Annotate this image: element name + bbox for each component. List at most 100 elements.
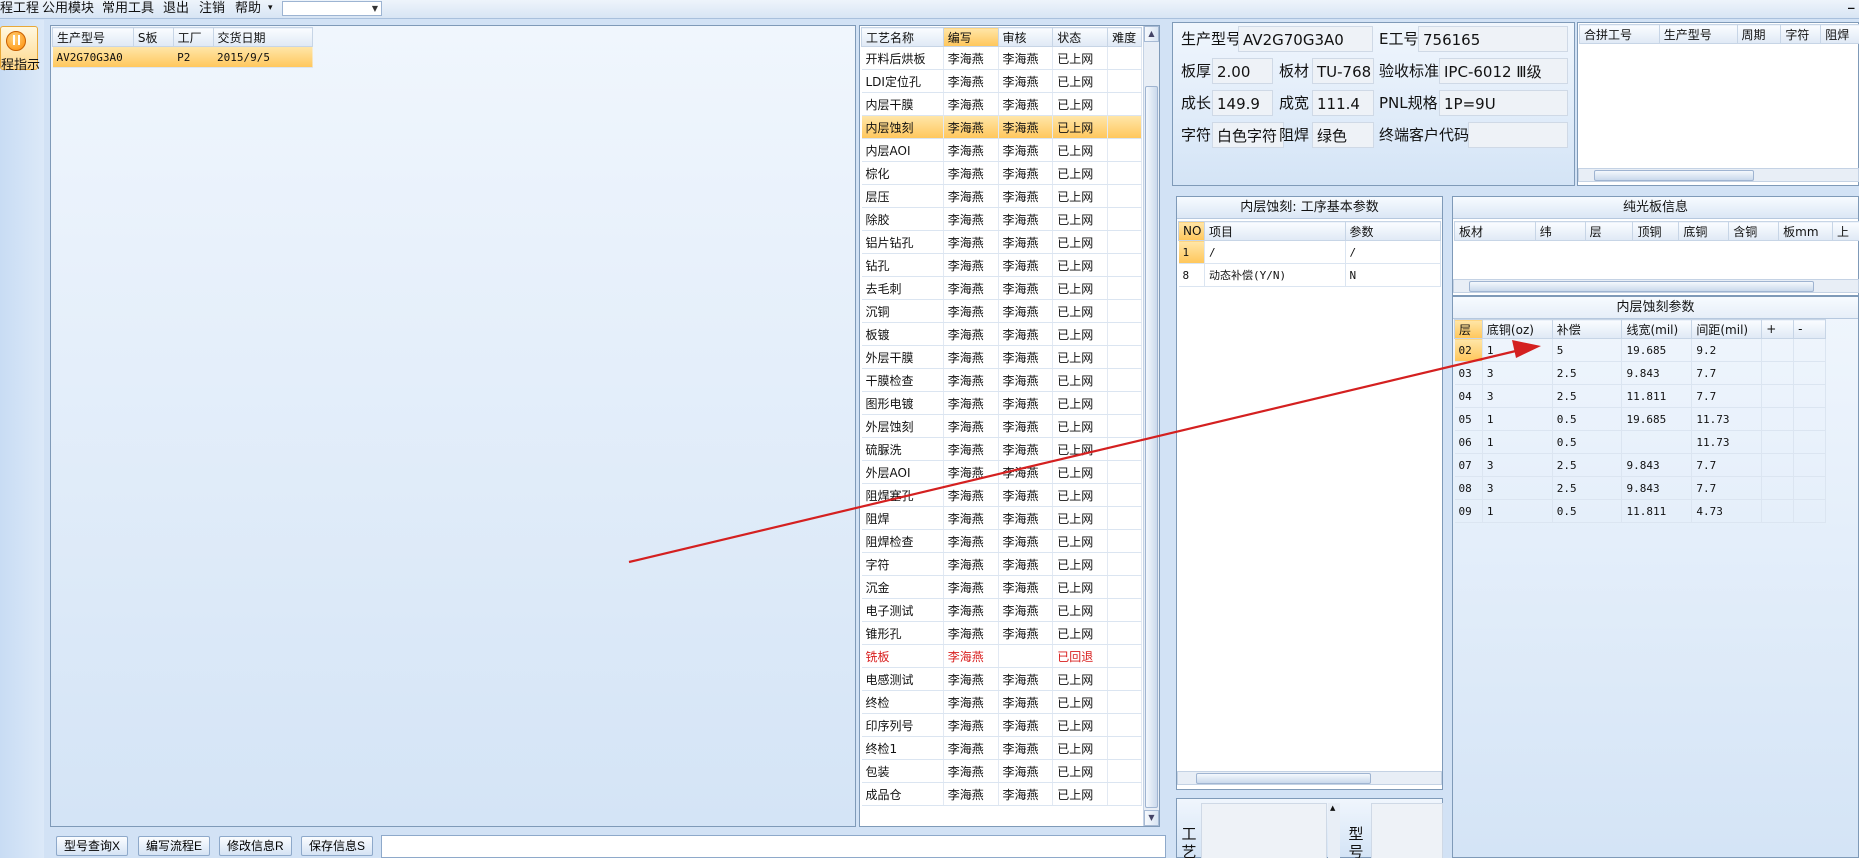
- scroll-thumb[interactable]: [1196, 773, 1371, 784]
- table-row[interactable]: LDI定位孔 李海燕 李海燕 已上网: [861, 69, 1142, 93]
- col-compensation[interactable]: 补偿: [1551, 319, 1623, 339]
- col-merge-char[interactable]: 字符: [1780, 24, 1822, 44]
- table-row[interactable]: 1 / /: [1178, 240, 1441, 264]
- table-row[interactable]: 印序列号 李海燕 李海燕 已上网: [861, 713, 1142, 737]
- pnl-field[interactable]: 1P=9U: [1439, 90, 1568, 116]
- material-field[interactable]: TU-768: [1312, 58, 1374, 84]
- table-row[interactable]: 内层蚀刻 李海燕 李海燕 已上网: [861, 115, 1142, 139]
- table-row[interactable]: 06 1 0.5 11.73: [1454, 430, 1826, 454]
- width-field[interactable]: 111.4: [1312, 90, 1374, 116]
- standard-field[interactable]: IPC-6012 Ⅲ级: [1439, 58, 1568, 84]
- scroll-thumb[interactable]: [1594, 170, 1754, 181]
- table-row[interactable]: 硫脲洗 李海燕 李海燕 已上网: [861, 437, 1142, 461]
- col-merge-cycle[interactable]: 周期: [1736, 24, 1782, 44]
- col-weft[interactable]: 纬: [1534, 221, 1586, 241]
- merge-hscroll[interactable]: [1578, 168, 1859, 182]
- toolbar-combo[interactable]: ▼: [282, 1, 382, 16]
- table-row[interactable]: 沉铜 李海燕 李海燕 已上网: [861, 299, 1142, 323]
- col-no[interactable]: NO: [1178, 221, 1205, 241]
- col-writer[interactable]: 编写: [942, 27, 999, 47]
- col-with-copper[interactable]: 含铜: [1728, 221, 1780, 241]
- table-row[interactable]: 04 3 2.5 11.811 7.7: [1454, 384, 1826, 408]
- col-factory[interactable]: 工厂: [172, 27, 214, 47]
- table-row[interactable]: 图形电镀 李海燕 李海燕 已上网: [861, 391, 1142, 415]
- col-board-mm[interactable]: 板mm: [1778, 221, 1834, 241]
- table-row[interactable]: 03 3 2.5 9.843 7.7: [1454, 361, 1826, 385]
- table-row[interactable]: AV2G70G3A0 P2 2015/9/5: [52, 46, 313, 68]
- model-query-button[interactable]: 型号查询X: [56, 836, 129, 856]
- character-field[interactable]: 白色字符: [1212, 122, 1284, 148]
- col-merge-no[interactable]: 合拼工号: [1579, 24, 1660, 44]
- col-plus[interactable]: +: [1761, 319, 1795, 339]
- table-row[interactable]: 沉金 李海燕 李海燕 已上网: [861, 575, 1142, 599]
- col-delivery[interactable]: 交货日期: [212, 27, 314, 47]
- table-row[interactable]: 外层干膜 李海燕 李海燕 已上网: [861, 345, 1142, 369]
- textbox-vscroll[interactable]: ▲: [1328, 803, 1340, 858]
- table-row[interactable]: 成品仓 李海燕 李海燕 已上网: [861, 782, 1142, 806]
- col-merge-model[interactable]: 生产型号: [1658, 24, 1738, 44]
- table-row[interactable]: 铣板 李海燕 已回退: [861, 644, 1142, 668]
- col-base-copper[interactable]: 底铜(oz): [1481, 319, 1553, 339]
- minimize-icon[interactable]: _: [1848, 0, 1855, 12]
- scroll-thumb[interactable]: [1469, 281, 1814, 292]
- help-dropdown-icon[interactable]: ▾: [268, 0, 273, 18]
- model-field[interactable]: AV2G70G3A0: [1238, 26, 1373, 52]
- col-status[interactable]: 状态: [1052, 27, 1109, 47]
- col-merge-mask[interactable]: 阻焊: [1820, 24, 1859, 44]
- table-row[interactable]: 内层干膜 李海燕 李海燕 已上网: [861, 92, 1142, 116]
- table-row[interactable]: 锥形孔 李海燕 李海燕 已上网: [861, 621, 1142, 645]
- table-row[interactable]: 09 1 0.5 11.811 4.73: [1454, 499, 1826, 523]
- table-row[interactable]: 外层AOI 李海燕 李海燕 已上网: [861, 460, 1142, 484]
- table-row[interactable]: 阻焊塞孔 李海燕 李海燕 已上网: [861, 483, 1142, 507]
- table-row[interactable]: 板镀 李海燕 李海燕 已上网: [861, 322, 1142, 346]
- table-row[interactable]: 外层蚀刻 李海燕 李海燕 已上网: [861, 414, 1142, 438]
- col-board[interactable]: 板材: [1454, 221, 1536, 241]
- col-spacing[interactable]: 间距(mil): [1691, 319, 1763, 339]
- scroll-up-icon[interactable]: ▲: [1144, 26, 1159, 42]
- modify-info-button[interactable]: 修改信息R: [219, 836, 292, 856]
- col-param[interactable]: 参数: [1344, 221, 1441, 241]
- table-row[interactable]: 05 1 0.5 19.685 11.73: [1454, 407, 1826, 431]
- process-guide-button[interactable]: 程指示: [0, 26, 40, 73]
- scroll-up-icon[interactable]: ▲: [1330, 804, 1335, 812]
- table-row[interactable]: 电子测试 李海燕 李海燕 已上网: [861, 598, 1142, 622]
- menu-help[interactable]: 帮助: [235, 0, 261, 18]
- length-field[interactable]: 149.9: [1212, 90, 1273, 116]
- plain-board-hscroll[interactable]: [1453, 279, 1859, 293]
- table-row[interactable]: 阻焊 李海燕 李海燕 已上网: [861, 506, 1142, 530]
- table-row[interactable]: 电感测试 李海燕 李海燕 已上网: [861, 667, 1142, 691]
- thickness-field[interactable]: 2.00: [1212, 58, 1273, 84]
- table-row[interactable]: 除胶 李海燕 李海燕 已上网: [861, 207, 1142, 231]
- table-row[interactable]: 内层AOI 李海燕 李海燕 已上网: [861, 138, 1142, 162]
- params-hscroll[interactable]: [1177, 771, 1442, 785]
- solder-mask-field[interactable]: 绿色: [1312, 122, 1374, 148]
- table-row[interactable]: 终检1 李海燕 李海燕 已上网: [861, 736, 1142, 760]
- customer-code-field[interactable]: [1468, 122, 1568, 148]
- model-textbox[interactable]: [1371, 803, 1443, 858]
- table-row[interactable]: 02 1 5 19.685 9.2: [1454, 338, 1826, 362]
- menu-logout[interactable]: 注销: [199, 0, 225, 18]
- col-item[interactable]: 项目: [1203, 221, 1346, 241]
- save-info-button[interactable]: 保存信息S: [301, 836, 374, 856]
- process-vscroll[interactable]: ▲ ▼: [1143, 26, 1159, 826]
- table-row[interactable]: 终检 李海燕 李海燕 已上网: [861, 690, 1142, 714]
- col-s-board[interactable]: S板: [132, 27, 174, 47]
- scroll-thumb[interactable]: [1145, 86, 1158, 808]
- col-bottom-copper[interactable]: 底铜: [1678, 221, 1730, 241]
- col-layer[interactable]: 层: [1584, 221, 1634, 241]
- scroll-down-icon[interactable]: ▼: [1144, 810, 1159, 826]
- col-process-name[interactable]: 工艺名称: [861, 27, 944, 47]
- col-difficulty[interactable]: 难度: [1107, 27, 1142, 47]
- table-row[interactable]: 铝片钻孔 李海燕 李海燕 已上网: [861, 230, 1142, 254]
- table-row[interactable]: 棕化 李海燕 李海燕 已上网: [861, 161, 1142, 185]
- write-process-button[interactable]: 编写流程E: [138, 836, 211, 856]
- col-reviewer[interactable]: 审核: [997, 27, 1054, 47]
- combo-arrow-icon[interactable]: ▼: [372, 2, 378, 15]
- col-model[interactable]: 生产型号: [52, 27, 134, 47]
- status-input[interactable]: [381, 835, 1166, 858]
- process-textbox[interactable]: [1201, 803, 1327, 858]
- table-row[interactable]: 07 3 2.5 9.843 7.7: [1454, 453, 1826, 477]
- table-row[interactable]: 字符 李海燕 李海燕 已上网: [861, 552, 1142, 576]
- col-etch-layer[interactable]: 层: [1454, 319, 1483, 339]
- table-row[interactable]: 包装 李海燕 李海燕 已上网: [861, 759, 1142, 783]
